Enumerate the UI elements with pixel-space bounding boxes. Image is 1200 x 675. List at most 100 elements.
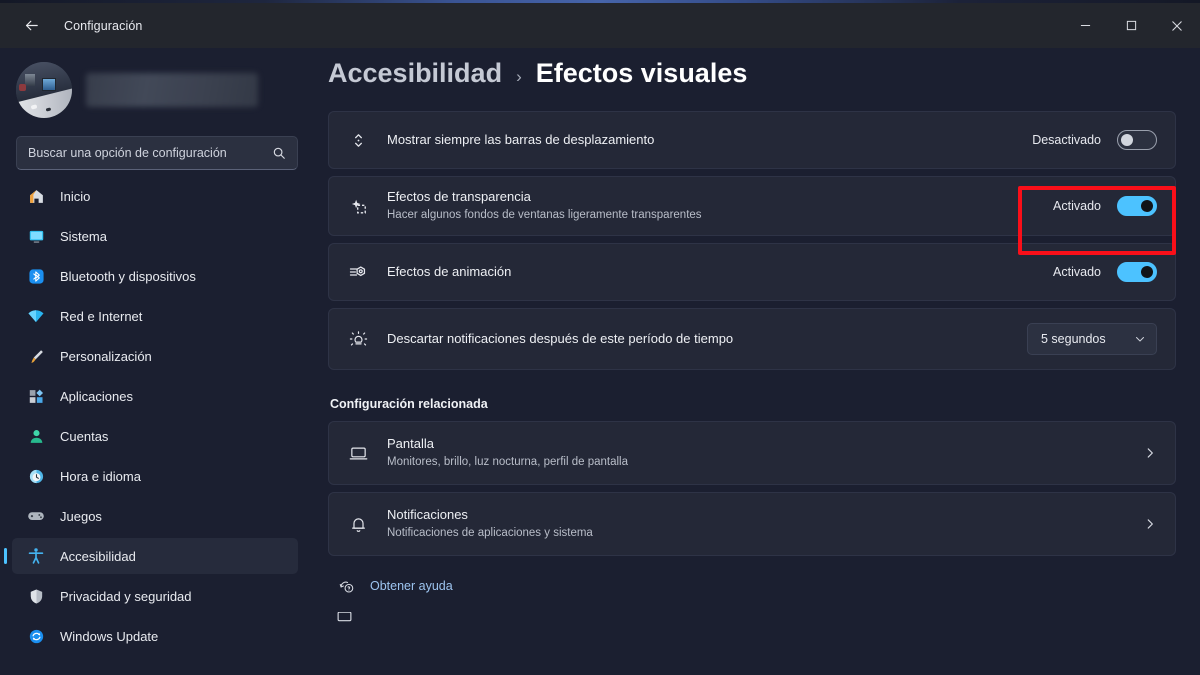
chevron-right-icon	[1143, 517, 1157, 531]
chevron-right-icon	[1143, 446, 1157, 460]
setting-row-transparency[interactable]: Efectos de transparencia Hacer algunos f…	[328, 176, 1176, 236]
sidebar-item-red-e-internet[interactable]: Red e Internet	[12, 298, 298, 334]
setting-title: Descartar notificaciones después de este…	[387, 331, 734, 347]
scrollbar-arrows-icon	[345, 127, 371, 153]
breadcrumb-parent-link[interactable]: Accesibilidad	[328, 58, 502, 89]
account-profile[interactable]	[0, 54, 320, 126]
setting-row-scrollbars[interactable]: Mostrar siempre las barras de desplazami…	[328, 111, 1176, 169]
related-subtitle: Monitores, brillo, luz nocturna, perfil …	[387, 456, 628, 469]
account-person-icon	[26, 426, 46, 446]
display-monitor-icon	[345, 440, 371, 466]
accessibility-person-icon	[26, 546, 46, 566]
sidebar-item-bluetooth-y-dispositivos[interactable]: Bluetooth y dispositivos	[12, 258, 298, 294]
related-title: Notificaciones	[387, 507, 468, 523]
sidebar-item-label: Accesibilidad	[60, 548, 136, 564]
sidebar-item-privacidad-y-seguridad[interactable]: Privacidad y seguridad	[12, 578, 298, 614]
notification-brightness-icon	[345, 326, 371, 352]
related-text: Pantalla Monitores, brillo, luz nocturna…	[387, 435, 1133, 470]
main-content: Accesibilidad › Efectos visuales Mostrar…	[320, 48, 1200, 675]
feedback-icon	[336, 612, 356, 626]
search-input[interactable]	[28, 146, 272, 160]
sidebar-item-label: Inicio	[60, 188, 91, 204]
animation-toggle[interactable]	[1117, 262, 1157, 282]
toggle-state-label: Desactivado	[1032, 133, 1101, 147]
get-help-label: Obtener ayuda	[370, 579, 453, 593]
sidebar-item-label: Personalización	[60, 348, 152, 364]
clock-globe-icon	[26, 466, 46, 486]
title-bar: Configuración	[0, 3, 1200, 48]
search-icon	[272, 146, 286, 160]
setting-control: 5 segundos	[1027, 323, 1157, 355]
search-box[interactable]	[16, 136, 298, 170]
setting-title: Mostrar siempre las barras de desplazami…	[387, 132, 655, 148]
chevron-right-icon: ›	[516, 67, 522, 86]
sidebar-item-windows-update[interactable]: Windows Update	[12, 618, 298, 654]
apps-icon	[26, 386, 46, 406]
setting-title: Efectos de transparencia	[387, 189, 531, 205]
breadcrumb: Accesibilidad › Efectos visuales	[328, 48, 1176, 111]
setting-control: Desactivado	[1032, 130, 1157, 150]
sidebar-item-inicio[interactable]: Inicio	[12, 178, 298, 214]
transparency-sparkle-icon	[345, 193, 371, 219]
help-question-icon	[336, 576, 356, 596]
maximize-button[interactable]	[1108, 3, 1154, 48]
toggle-state-label: Activado	[1053, 199, 1101, 213]
minimize-button[interactable]	[1062, 3, 1108, 48]
sidebar-item-personalizacion[interactable]: Personalización	[12, 338, 298, 374]
related-settings-heading: Configuración relacionada	[330, 397, 488, 411]
sidebar-item-label: Privacidad y seguridad	[60, 588, 192, 604]
sidebar-item-label: Sistema	[60, 228, 107, 244]
settings-window: Configuración Buscar una opción de confi…	[0, 0, 1200, 675]
page-title: Efectos visuales	[535, 58, 748, 88]
related-title: Pantalla	[387, 436, 434, 452]
sidebar-nav: Inicio Sistema Bluetooth y dispositivos	[0, 178, 320, 654]
bell-icon	[345, 511, 371, 537]
shield-icon	[26, 586, 46, 606]
sidebar: Inicio Sistema Bluetooth y dispositivos	[0, 48, 320, 675]
app-title: Configuración	[64, 18, 143, 33]
related-text: Notificaciones Notificaciones de aplicac…	[387, 506, 1133, 541]
sidebar-item-label: Aplicaciones	[60, 388, 133, 404]
sidebar-item-hora-e-idioma[interactable]: Hora e idioma	[12, 458, 298, 494]
setting-subtitle: Hacer algunos fondos de ventanas ligeram…	[387, 209, 702, 222]
sidebar-item-cuentas[interactable]: Cuentas	[12, 418, 298, 454]
account-name-redacted	[86, 73, 258, 107]
get-help-link[interactable]: Obtener ayuda	[336, 576, 1176, 596]
related-row-pantalla[interactable]: Pantalla Monitores, brillo, luz nocturna…	[328, 421, 1176, 485]
transparency-toggle[interactable]	[1117, 196, 1157, 216]
update-refresh-icon	[26, 626, 46, 646]
sidebar-item-label: Red e Internet	[60, 308, 143, 324]
window-top-accent-line	[0, 0, 1200, 3]
close-button[interactable]	[1154, 3, 1200, 48]
home-icon	[26, 186, 46, 206]
setting-text: Efectos de animación	[387, 263, 1039, 281]
bluetooth-icon	[26, 266, 46, 286]
setting-row-animation[interactable]: Efectos de animación Activado	[328, 243, 1176, 301]
sidebar-item-aplicaciones[interactable]: Aplicaciones	[12, 378, 298, 414]
sidebar-item-label: Cuentas	[60, 428, 109, 444]
sidebar-item-label: Bluetooth y dispositivos	[60, 268, 196, 284]
dismiss-period-dropdown[interactable]: 5 segundos	[1027, 323, 1157, 355]
related-row-notificaciones[interactable]: Notificaciones Notificaciones de aplicac…	[328, 492, 1176, 556]
sidebar-item-label: Windows Update	[60, 628, 159, 644]
setting-text: Efectos de transparencia Hacer algunos f…	[387, 188, 1039, 223]
sidebar-item-sistema[interactable]: Sistema	[12, 218, 298, 254]
paintbrush-icon	[26, 346, 46, 366]
window-body: Inicio Sistema Bluetooth y dispositivos	[0, 48, 1200, 675]
sidebar-item-accesibilidad[interactable]: Accesibilidad	[12, 538, 298, 574]
setting-row-dismiss-notifications[interactable]: Descartar notificaciones después de este…	[328, 308, 1176, 370]
chevron-down-icon	[1134, 333, 1146, 345]
back-button[interactable]	[16, 11, 46, 41]
sidebar-item-label: Juegos	[60, 508, 102, 524]
feedback-row-partial[interactable]	[336, 612, 1176, 626]
sidebar-item-label: Hora e idioma	[60, 468, 141, 484]
setting-text: Descartar notificaciones después de este…	[387, 330, 1013, 348]
setting-text: Mostrar siempre las barras de desplazami…	[387, 131, 1018, 149]
scrollbars-toggle[interactable]	[1117, 130, 1157, 150]
window-controls	[1062, 3, 1200, 48]
avatar	[16, 62, 72, 118]
wifi-icon	[26, 306, 46, 326]
gamepad-icon	[26, 506, 46, 526]
sidebar-item-juegos[interactable]: Juegos	[12, 498, 298, 534]
setting-title: Efectos de animación	[387, 264, 512, 280]
